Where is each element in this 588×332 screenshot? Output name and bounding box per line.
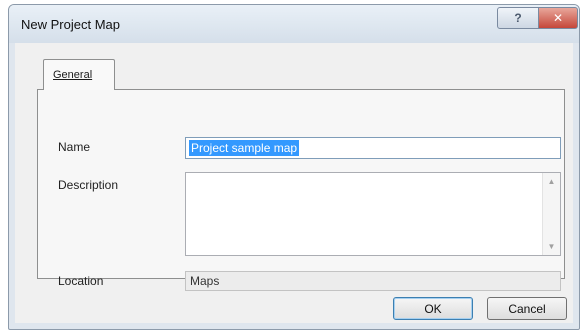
scroll-down-icon[interactable]: ▼: [543, 238, 560, 255]
close-icon: ✕: [552, 11, 564, 25]
description-text: [186, 173, 560, 179]
description-scrollbar[interactable]: ▲ ▼: [542, 173, 560, 255]
dialog-client-area: General Name Project sample map Descript…: [15, 43, 573, 323]
description-label: Description: [58, 178, 119, 192]
name-label: Name: [58, 140, 91, 154]
title-bar[interactable]: New Project Map ? ✕: [9, 5, 579, 43]
location-label: Location: [58, 274, 104, 288]
new-project-map-dialog: New Project Map ? ✕ General Name Project…: [8, 4, 580, 330]
dialog-title: New Project Map: [21, 17, 120, 32]
help-button[interactable]: ?: [497, 7, 539, 29]
general-tab-panel: Name Project sample map Description ▲ ▼ …: [37, 89, 565, 291]
help-icon: ?: [514, 11, 522, 25]
location-field: Maps: [185, 271, 561, 291]
name-input-selected-text: Project sample map: [189, 140, 300, 156]
ok-button[interactable]: OK: [393, 297, 473, 320]
description-textarea[interactable]: ▲ ▼: [185, 172, 561, 256]
scroll-up-icon[interactable]: ▲: [543, 173, 560, 190]
close-button[interactable]: ✕: [538, 7, 578, 29]
cancel-button[interactable]: Cancel: [487, 297, 567, 320]
name-input[interactable]: Project sample map: [185, 137, 561, 159]
tab-general[interactable]: General: [43, 59, 115, 90]
tab-general-label: General: [53, 69, 93, 81]
